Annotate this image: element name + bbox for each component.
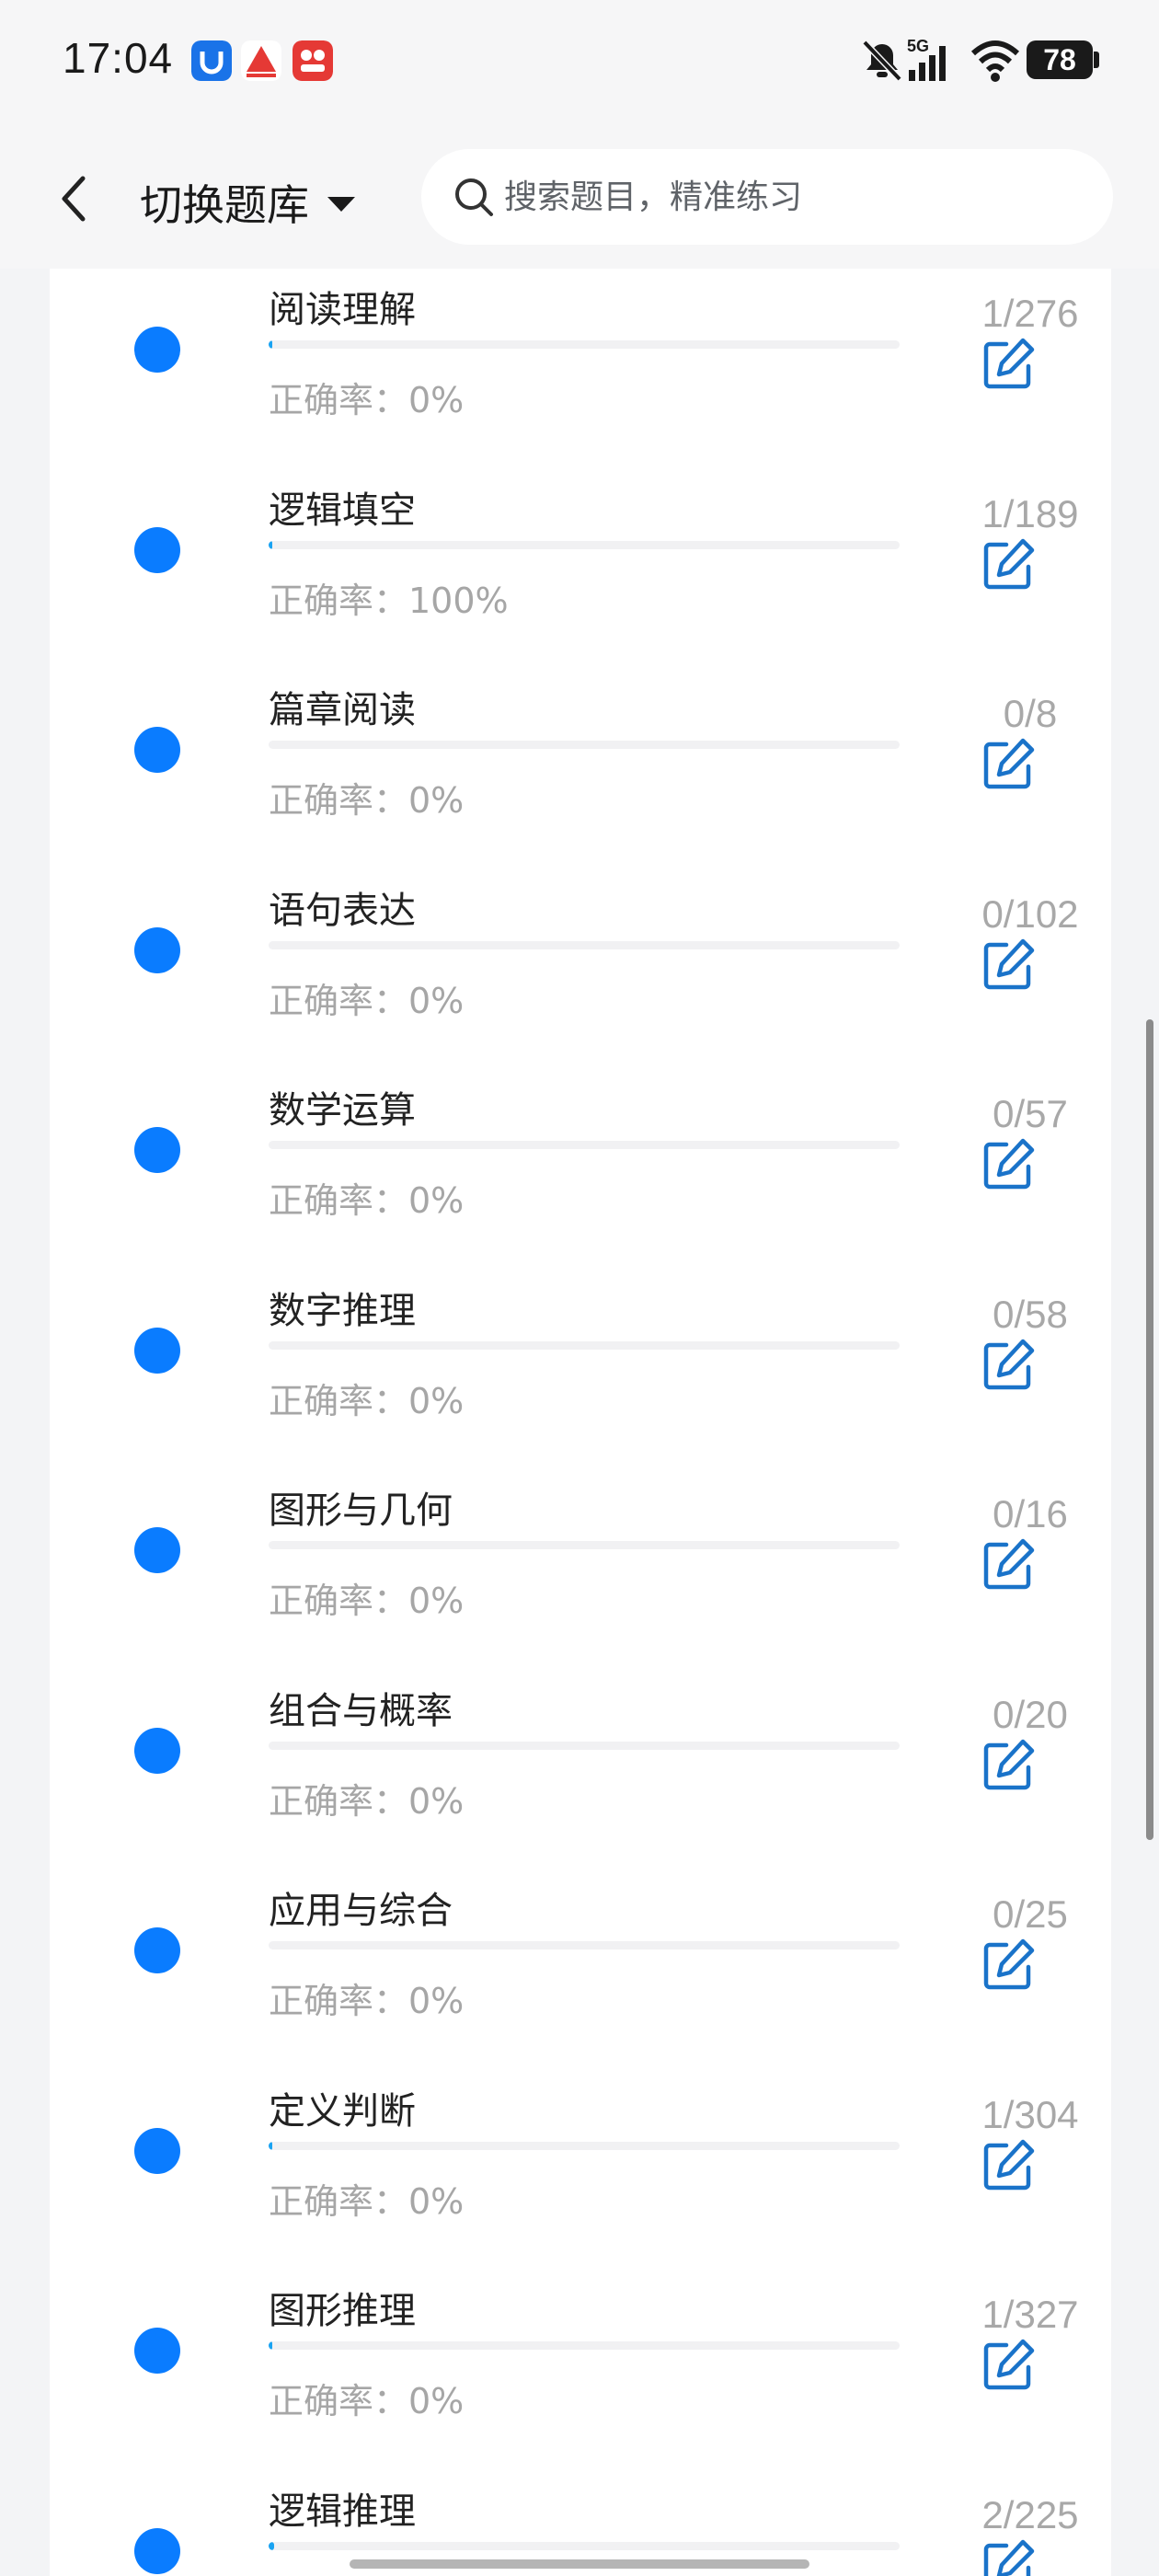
- status-dot: [134, 327, 180, 373]
- list-item[interactable]: 组合与概率 正确率：0% 0/20: [50, 1569, 1111, 1822]
- progress-track: [269, 940, 900, 949]
- item-title: 应用与综合: [269, 1890, 453, 1932]
- item-count: 0/16: [993, 1492, 1068, 1535]
- progress-track: [269, 2141, 900, 2150]
- item-title: 数字推理: [269, 1289, 416, 1332]
- item-title: 图形推理: [269, 2290, 416, 2332]
- progress-track: [269, 1141, 900, 1149]
- item-title: 语句表达: [269, 889, 416, 932]
- status-dot: [134, 1127, 180, 1173]
- wifi-icon: [970, 40, 1020, 82]
- item-count: 0/58: [993, 1292, 1068, 1336]
- list-item[interactable]: 图形推理 正确率：0% 1/327: [50, 2168, 1111, 2421]
- list-item[interactable]: 应用与综合 正确率：0% 0/25: [50, 1768, 1111, 2021]
- item-title: 逻辑推理: [269, 2490, 416, 2533]
- item-count: 2/225: [981, 2492, 1079, 2536]
- edit-icon[interactable]: [979, 2536, 1038, 2576]
- status-dot: [134, 1527, 180, 1573]
- item-count: 0/20: [993, 1692, 1068, 1736]
- item-title: 数学运算: [269, 1089, 416, 1132]
- status-bar: 17:04 5G 78: [0, 0, 1159, 129]
- list-item[interactable]: 篇章阅读 正确率：0% 0/8: [50, 568, 1111, 821]
- category-list: 阅读理解 正确率：0% 1/276 逻辑填空 正确率：100% 1/189 篇章…: [50, 269, 1111, 2576]
- status-dot: [134, 2527, 180, 2574]
- app-icon-red-triangle: [241, 40, 281, 81]
- progress-track: [269, 1741, 900, 1750]
- list-item[interactable]: 图形与几何 正确率：0% 0/16: [50, 1368, 1111, 1621]
- progress-fill: [269, 2541, 275, 2550]
- progress-track: [269, 2341, 900, 2350]
- status-dot: [134, 1927, 180, 1973]
- progress-track: [269, 2541, 900, 2550]
- list-item[interactable]: 数学运算 正确率：0% 0/57: [50, 968, 1111, 1221]
- item-count: 0/8: [1003, 692, 1058, 735]
- status-dot: [134, 1727, 180, 1774]
- scrollbar[interactable]: [1146, 1019, 1153, 1840]
- progress-fill: [269, 340, 273, 349]
- status-dot: [134, 727, 180, 773]
- progress-track: [269, 1340, 900, 1350]
- battery-tip: [1094, 52, 1099, 68]
- progress-fill: [269, 2141, 273, 2150]
- list-item[interactable]: 数字推理 正确率：0% 0/58: [50, 1168, 1111, 1421]
- item-title: 阅读理解: [269, 289, 416, 331]
- item-count: 1/189: [981, 491, 1079, 535]
- list-item[interactable]: 逻辑填空 正确率：100% 1/189: [50, 368, 1111, 621]
- item-count: 1/327: [981, 2293, 1079, 2336]
- clock: 17:04: [63, 34, 174, 82]
- list-item[interactable]: 逻辑推理 2/225: [50, 2369, 1111, 2576]
- item-title: 组合与概率: [269, 1689, 453, 1732]
- status-dot: [134, 926, 180, 973]
- item-count: 1/276: [981, 292, 1079, 335]
- app-icon-red-square: [293, 40, 333, 81]
- progress-track: [269, 540, 900, 549]
- progress-track: [269, 1941, 900, 1949]
- status-dot: [134, 2127, 180, 2174]
- signal-icon: [909, 46, 946, 81]
- status-dot: [134, 2328, 180, 2374]
- list-item[interactable]: 阅读理解 正确率：0% 1/276: [50, 167, 1111, 420]
- item-count: 0/57: [993, 1092, 1068, 1135]
- bell-off-icon: [862, 40, 902, 82]
- list-item[interactable]: 语句表达 正确率：0% 0/102: [50, 768, 1111, 1021]
- item-title: 图形与几何: [269, 1489, 453, 1532]
- status-dot: [134, 526, 180, 573]
- item-count: 0/25: [993, 1892, 1068, 1936]
- item-title: 定义判断: [269, 2089, 416, 2133]
- progress-track: [269, 340, 900, 349]
- battery-level: 78: [1027, 40, 1093, 79]
- item-title: 篇章阅读: [269, 689, 416, 731]
- status-dot: [134, 1327, 180, 1374]
- home-indicator[interactable]: [350, 2559, 809, 2569]
- item-title: 逻辑填空: [269, 489, 416, 532]
- item-count: 0/102: [981, 891, 1079, 936]
- progress-fill: [269, 540, 273, 549]
- progress-fill: [269, 2341, 273, 2350]
- list-item[interactable]: 定义判断 正确率：0% 1/304: [50, 1969, 1111, 2222]
- progress-track: [269, 741, 900, 749]
- progress-track: [269, 1541, 900, 1549]
- app-icon-blue: [191, 40, 232, 81]
- item-count: 1/304: [981, 2092, 1079, 2136]
